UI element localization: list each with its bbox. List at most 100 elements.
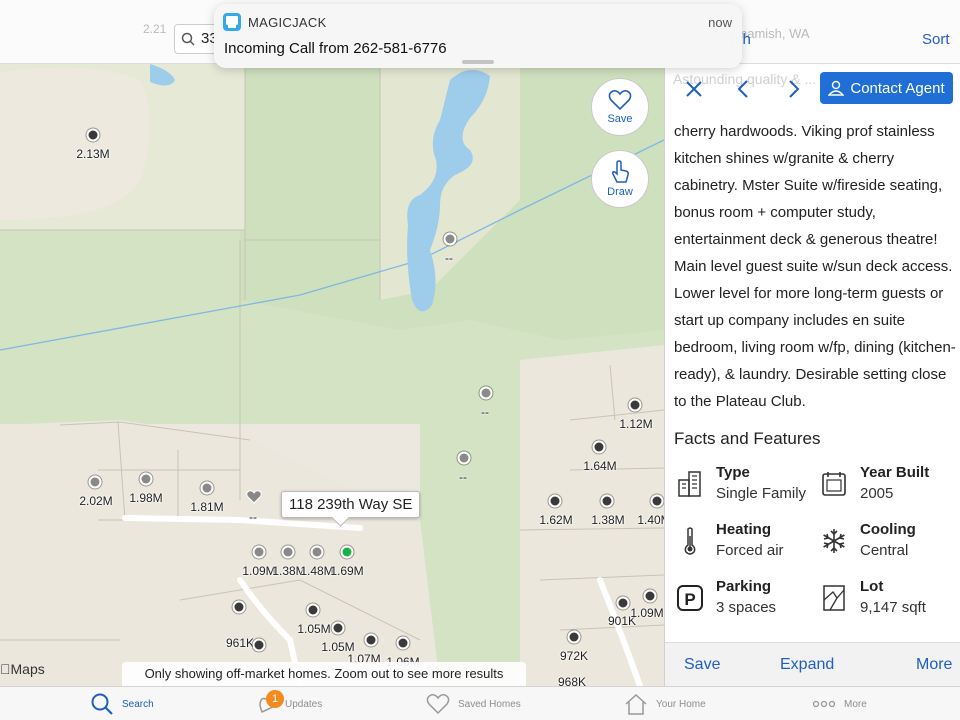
map-draw-button[interactable]: Draw: [591, 150, 649, 208]
pin-price-label: 1.64M: [583, 459, 617, 473]
lot-icon: [819, 583, 849, 613]
footer-save-button[interactable]: Save: [684, 656, 720, 674]
fact-value: Central: [860, 542, 909, 559]
map-pin[interactable]: [567, 630, 581, 644]
map-pin[interactable]: [232, 600, 246, 614]
magicjack-app-icon: [223, 13, 241, 31]
map-pin[interactable]: [643, 589, 657, 603]
fact-label: Parking: [716, 578, 772, 595]
pin-price-label: --: [249, 510, 257, 524]
map-base: [0, 64, 664, 686]
map-save-button[interactable]: Save: [591, 78, 649, 136]
apple-maps-logo: Maps: [0, 661, 45, 677]
pin-price-label: 1.48M: [300, 564, 334, 578]
fact-lot: Lot 9,147 sqft: [819, 578, 959, 624]
tab-label: Search: [122, 698, 154, 710]
pin-price-label: 968K: [557, 675, 587, 686]
tab-updates[interactable]: Updates: [253, 687, 322, 720]
fact-label: Heating: [716, 521, 772, 538]
map-pin[interactable]: [616, 596, 630, 610]
map-pin[interactable]: [548, 494, 562, 508]
pin-price-label: 1.81M: [190, 500, 224, 514]
off-market-notice: Only showing off-market homes. Zoom out …: [122, 662, 526, 686]
tab-label: Updates: [285, 698, 323, 710]
map-pin[interactable]: [88, 475, 102, 489]
map-pin[interactable]: [479, 386, 493, 400]
contact-agent-label: Contact Agent: [850, 79, 945, 97]
next-listing-icon[interactable]: [781, 76, 807, 102]
map-pin[interactable]: [281, 545, 295, 559]
tab-label: Your Home: [656, 698, 706, 710]
hand-pointer-icon: [612, 160, 629, 183]
map-pin[interactable]: [457, 451, 471, 465]
pin-price-label: 1.62M: [539, 513, 573, 527]
map-pin[interactable]: [306, 603, 320, 617]
more-icon: [812, 700, 836, 708]
tab-search[interactable]: Search: [90, 687, 154, 720]
calendar-icon: [819, 469, 849, 499]
pin-price-label: 1.05M: [297, 622, 331, 636]
svg-text:P: P: [684, 590, 695, 609]
pin-price-label: --: [481, 405, 489, 419]
map-pin[interactable]: [252, 638, 266, 652]
pin-price-label: 1.40M: [637, 513, 664, 527]
pin-price-label: 972K: [559, 649, 589, 663]
panel-toolbar: Astounding quality & ... foyer w/sweepin…: [665, 64, 960, 114]
footer-expand-button[interactable]: Expand: [780, 656, 834, 674]
map-pin[interactable]: [592, 440, 606, 454]
fact-label: Lot: [860, 578, 884, 595]
incoming-call-notification[interactable]: MAGICJACK now Incoming Call from 262-581…: [214, 4, 742, 68]
selected-map-pin[interactable]: [340, 545, 354, 559]
map-pin[interactable]: [364, 633, 378, 647]
pin-price-label: 1.38M: [591, 513, 625, 527]
tab-saved-homes[interactable]: Saved Homes: [426, 687, 521, 720]
map-pin[interactable]: [331, 621, 345, 635]
thermometer-icon: [675, 526, 705, 556]
footer-more-button[interactable]: More: [916, 656, 952, 674]
snowflake-icon: [819, 526, 849, 556]
map-pin[interactable]: [600, 494, 614, 508]
notification-grabber[interactable]: [462, 60, 494, 64]
fact-value: Forced air: [716, 542, 784, 559]
contact-agent-button[interactable]: Contact Agent: [820, 72, 953, 104]
map-pin[interactable]: [396, 636, 410, 650]
fact-cooling: Cooling Central: [819, 521, 959, 567]
fact-label: Cooling: [860, 521, 916, 538]
search-icon: [181, 32, 195, 46]
pin-price-label: 1.09M: [630, 606, 664, 620]
map-pin[interactable]: [628, 398, 642, 412]
pin-price-label: 961K: [225, 636, 255, 650]
map-pin[interactable]: [139, 472, 153, 486]
sort-button[interactable]: Sort: [922, 31, 950, 48]
map-pin[interactable]: [650, 494, 664, 508]
notification-app-name: MAGICJACK: [248, 15, 327, 30]
selected-home-callout[interactable]: 118 239th Way SE: [281, 491, 421, 518]
map-pin[interactable]: [443, 232, 457, 246]
close-icon[interactable]: [681, 76, 707, 102]
tab-more[interactable]: More: [812, 687, 867, 720]
previous-listing-icon[interactable]: [730, 76, 756, 102]
pin-price-label: 1.12M: [619, 417, 653, 431]
person-icon: [828, 80, 845, 96]
fact-label: Type: [716, 464, 750, 481]
map-view[interactable]: 2.13M -- -- -- 1.12M 1.64M 2.02M 1.98M 1…: [0, 0, 664, 686]
pin-price-label: 1.09M: [242, 564, 276, 578]
pin-price-label: 1.98M: [129, 491, 163, 505]
map-pin[interactable]: [86, 128, 100, 142]
tab-your-home[interactable]: Your Home: [624, 687, 706, 720]
fact-parking: P Parking 3 spaces: [675, 578, 815, 624]
updates-badge: 1: [266, 690, 284, 708]
tab-label: More: [844, 698, 867, 710]
tab-label: Saved Homes: [458, 698, 521, 710]
parking-icon: P: [675, 583, 705, 613]
pin-price-label: --: [445, 251, 453, 265]
notification-time: now: [708, 15, 732, 30]
map-pin[interactable]: [310, 545, 324, 559]
pin-price-label: 2.13M: [76, 147, 110, 161]
map-pin[interactable]: [200, 481, 214, 495]
fact-year-built: Year Built 2005: [819, 464, 959, 510]
listing-detail-panel: Astounding quality & ... foyer w/sweepin…: [664, 64, 960, 686]
map-pin[interactable]: [252, 545, 266, 559]
pin-price-label: 2.02M: [79, 494, 113, 508]
favorite-heart-icon[interactable]: [246, 490, 262, 509]
